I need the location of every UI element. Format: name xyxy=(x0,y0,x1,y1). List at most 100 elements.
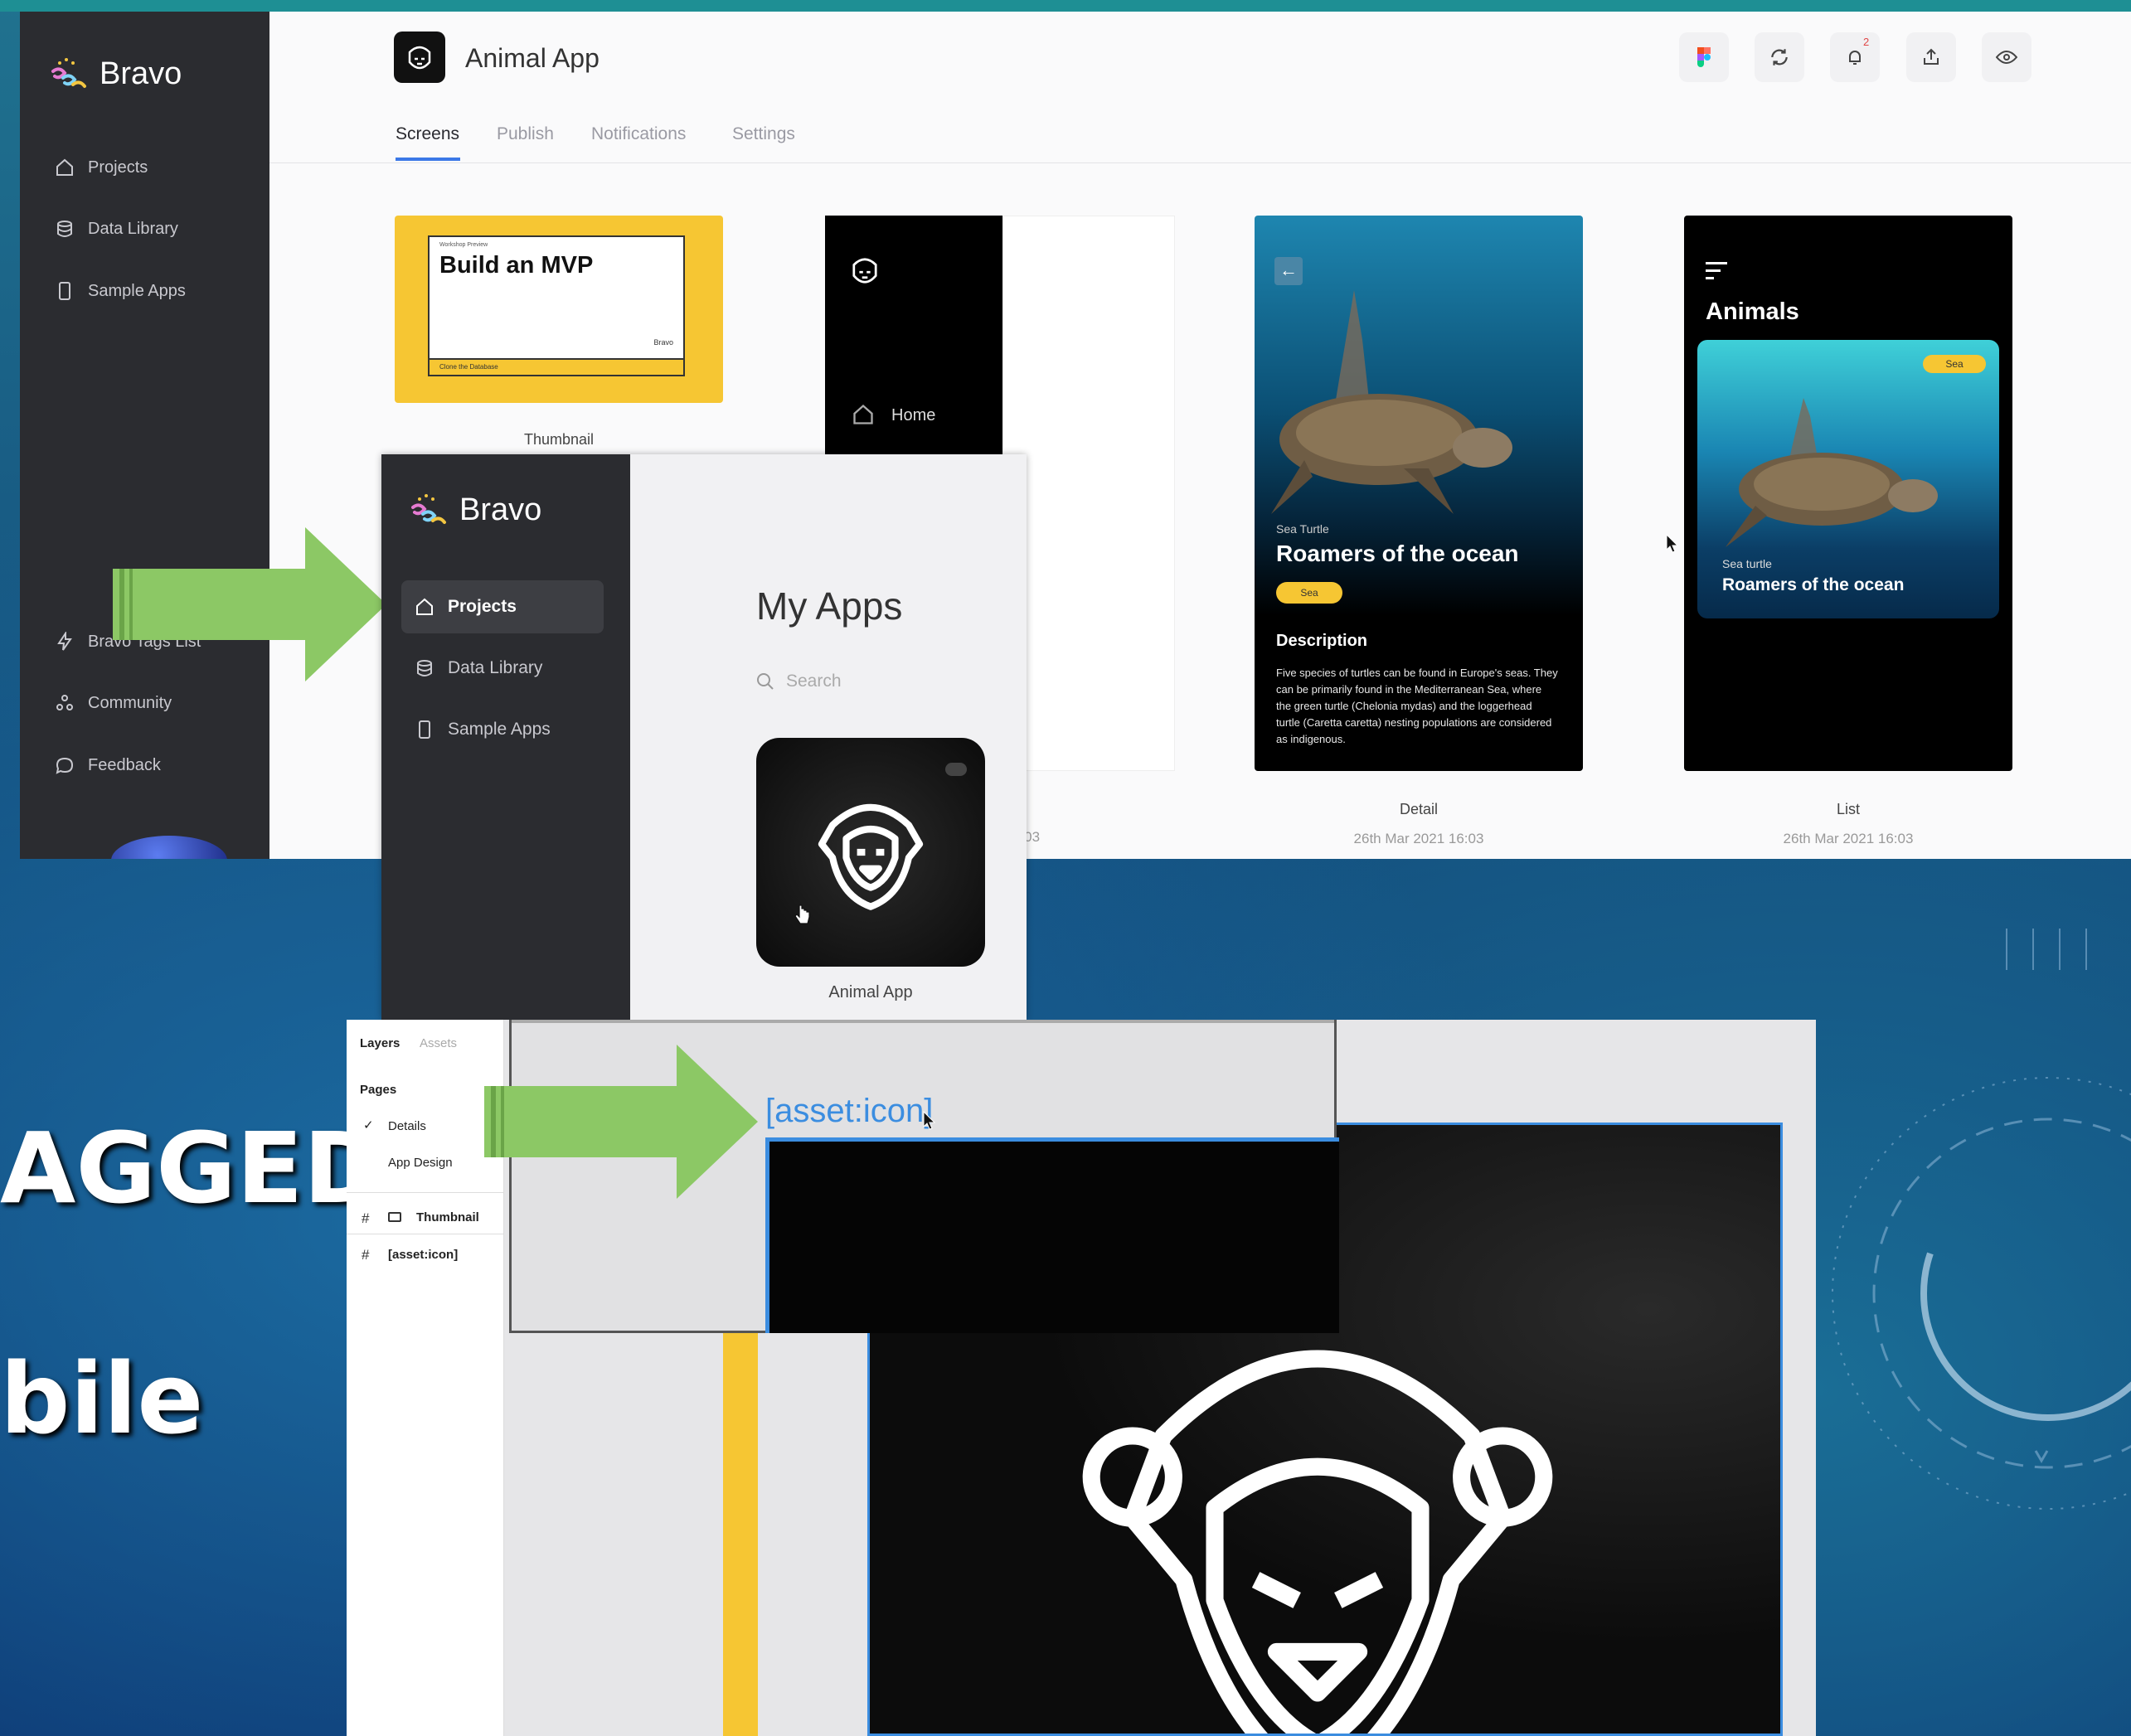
bravo-logo-icon xyxy=(51,58,86,88)
sea-turtle-image xyxy=(1726,398,1938,547)
green-arrow-icon xyxy=(113,527,386,681)
preview-title: Build an MVP xyxy=(439,252,594,279)
sidebar-item-data-library[interactable]: Data Library xyxy=(415,658,542,678)
detail-title: Roamers of the ocean xyxy=(1276,541,1519,566)
yellow-frame-edge xyxy=(723,1310,758,1736)
sidebar-item-label: Data Library xyxy=(88,219,178,238)
hand-cursor-icon xyxy=(794,904,810,924)
description-heading: Description xyxy=(1276,632,1368,650)
slide-top-band xyxy=(0,0,2131,12)
slide-text-fragment-2: bile xyxy=(0,1341,204,1456)
lightning-icon xyxy=(57,632,72,651)
bell-icon xyxy=(1849,51,1861,65)
database-icon xyxy=(57,221,72,237)
sidebar-item-label: Data Library xyxy=(448,658,543,677)
screen-caption: List xyxy=(1836,801,1860,817)
preview-small-bottom: Clone the Database xyxy=(439,363,498,371)
sidebar-item-label: Community xyxy=(88,693,172,712)
lion-icon xyxy=(408,46,431,70)
community-icon xyxy=(56,695,73,710)
app-icon[interactable] xyxy=(394,32,445,83)
share-icon xyxy=(1924,48,1939,65)
preview-button[interactable] xyxy=(1982,32,2031,82)
brand-logo[interactable]: Bravo xyxy=(48,55,182,93)
brand-logo[interactable]: Bravo xyxy=(408,491,541,529)
search-placeholder: Search xyxy=(786,672,842,691)
screen-card-home[interactable]: Home xyxy=(825,216,1002,464)
preview-brand: Bravo xyxy=(653,338,673,347)
tab-divider xyxy=(269,162,2131,163)
back-arrow-icon: ← xyxy=(1274,257,1303,285)
sidebar-item-sample-apps[interactable]: Sample Apps xyxy=(55,281,186,301)
tab-publish[interactable]: Publish xyxy=(497,124,554,144)
inset-top-edge xyxy=(512,1020,1334,1023)
screen-card-detail[interactable]: ← Sea Turtle Roamers of the ocean Sea De… xyxy=(1255,216,1583,771)
sidebar-item-projects[interactable]: Projects xyxy=(415,597,517,617)
home-icon xyxy=(416,598,433,615)
search-input[interactable]: Search xyxy=(756,672,842,691)
projects-screenshot: Bravo Projects Data Library Sample Apps … xyxy=(20,12,2131,859)
list-item[interactable]: Sea Sea turtle Roamers of the ocean xyxy=(1697,340,1999,618)
app-tile[interactable] xyxy=(756,738,985,967)
more-options-icon[interactable] xyxy=(945,763,967,776)
detail-eyebrow: Sea Turtle xyxy=(1276,522,1329,536)
layer-item-thumbnail[interactable]: Thumbnail xyxy=(416,1210,479,1224)
screen-date: 26th Mar 2021 16:03 xyxy=(1783,831,1914,846)
share-button[interactable] xyxy=(1906,32,1956,82)
screen-card-thumbnail[interactable]: Workshop Preview Build an MVP Bravo Clon… xyxy=(395,216,723,403)
database-icon xyxy=(417,660,432,676)
active-tab-indicator xyxy=(396,158,460,161)
sidebar-item-feedback[interactable]: Feedback xyxy=(55,755,161,775)
tab-layers[interactable]: Layers xyxy=(360,1036,400,1050)
tab-screens[interactable]: Screens xyxy=(396,124,459,144)
preview-small-top: Workshop Preview xyxy=(439,242,488,248)
mouse-cursor-icon xyxy=(923,1111,936,1130)
home-icon xyxy=(56,158,73,176)
page-title: My Apps xyxy=(756,584,903,628)
notifications-button[interactable]: 2 xyxy=(1830,32,1880,82)
home-label: Home xyxy=(891,406,936,424)
screen-card-list[interactable]: Animals Sea Sea turtle Roamers of the oc… xyxy=(1684,216,2012,771)
menu-icon xyxy=(1706,262,1727,279)
mvp-slide-preview: Workshop Preview Build an MVP Bravo Clon… xyxy=(428,235,685,376)
layers-panel: Layers Assets Pages ✓ Details App Design… xyxy=(347,1020,504,1736)
pages-heading: Pages xyxy=(360,1083,397,1097)
screen-card-blank[interactable] xyxy=(1002,216,1175,771)
slide-text-fragment-1: AGGED xyxy=(0,1111,385,1225)
home-icon xyxy=(853,404,873,424)
lion-icon xyxy=(1082,1350,1553,1734)
tab-assets[interactable]: Assets xyxy=(420,1036,457,1050)
detail-tag: Sea xyxy=(1276,582,1342,604)
preview-footer: Clone the Database xyxy=(430,358,683,375)
brand-name: Bravo xyxy=(100,56,182,91)
search-icon xyxy=(757,673,774,690)
sidebar-item-data-library[interactable]: Data Library xyxy=(55,219,178,239)
sidebar-item-sample-apps[interactable]: Sample Apps xyxy=(415,720,551,739)
brand-name: Bravo xyxy=(459,492,542,527)
screen-caption: Detail xyxy=(1399,801,1439,817)
my-apps-screenshot: Bravo Projects Data Library Sample Apps … xyxy=(381,454,1027,1020)
figma-button[interactable] xyxy=(1679,32,1729,82)
app-title: Animal App xyxy=(465,43,599,73)
sea-turtle-image xyxy=(1271,290,1512,514)
frame-icon: # xyxy=(362,1247,370,1263)
bravo-logo-icon xyxy=(411,494,446,524)
lion-icon xyxy=(852,258,877,284)
sidebar-item-projects[interactable]: Projects xyxy=(55,158,148,177)
sidebar: Bravo Projects Data Library Sample Apps … xyxy=(20,12,269,859)
selected-frame-preview xyxy=(765,1137,1339,1333)
sidebar-item-community[interactable]: Community xyxy=(55,693,172,713)
phone-icon xyxy=(419,720,430,739)
sidebar-item-label: Sample Apps xyxy=(448,720,551,739)
asset-label: [asset:icon] xyxy=(765,1093,934,1129)
layer-item-asset-icon[interactable]: [asset:icon] xyxy=(388,1248,458,1262)
tab-settings[interactable]: Settings xyxy=(732,124,795,144)
user-avatar[interactable] xyxy=(111,836,227,859)
sync-button[interactable] xyxy=(1755,32,1804,82)
list-item-eyebrow: Sea turtle xyxy=(1722,557,1772,570)
page-item-app-design[interactable]: App Design xyxy=(388,1156,453,1170)
page-item-details[interactable]: Details xyxy=(388,1119,426,1133)
tab-notifications[interactable]: Notifications xyxy=(591,124,686,144)
lion-icon xyxy=(818,803,924,910)
screen-caption: Thumbnail xyxy=(523,431,595,448)
